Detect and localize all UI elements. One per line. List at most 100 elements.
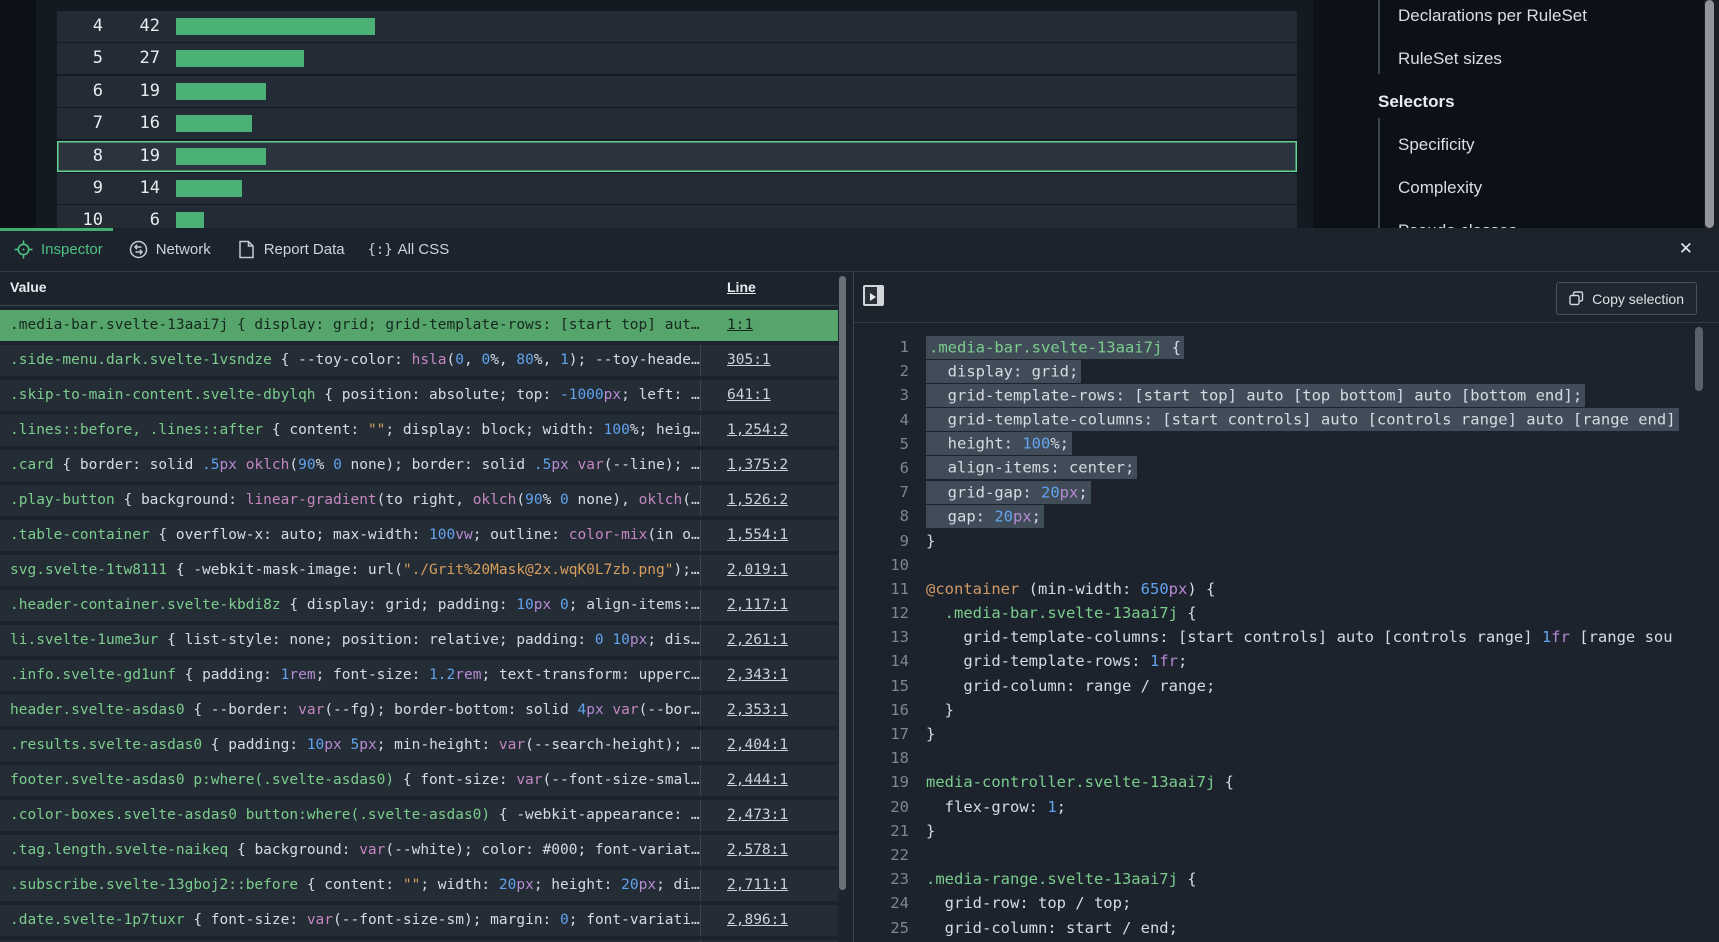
sidebar-item-complexity[interactable]: Complexity: [1313, 166, 1704, 209]
line-link[interactable]: 305:1: [727, 345, 771, 376]
table-row[interactable]: .header-container.svelte-kbdi8z { displa…: [0, 590, 848, 621]
table-row[interactable]: header.svelte-asdas0 { --border: var(--f…: [0, 695, 848, 726]
table-row[interactable]: svg.svelte-1tw8111 { -webkit-mask-image:…: [0, 555, 848, 586]
tab-inspector[interactable]: Inspector: [14, 240, 103, 259]
table-row[interactable]: footer.svelte-asdas0 p:where(.svelte-asd…: [0, 765, 848, 796]
token: 0: [560, 597, 569, 613]
token: 0: [333, 457, 342, 473]
code-line: 16 }: [854, 698, 1719, 722]
row-index-value: 4: [57, 11, 103, 42]
line-link[interactable]: 2,353:1: [727, 695, 788, 726]
token: var: [359, 842, 385, 858]
line-link[interactable]: 2,019:1: [727, 555, 788, 586]
table-row[interactable]: .tag.length.svelte-naikeq { background: …: [0, 835, 848, 866]
table-row[interactable]: .date.svelte-1p7tuxr { font-size: var(--…: [0, 905, 848, 936]
document-icon: [237, 240, 256, 259]
token: px: [516, 877, 533, 893]
line-link[interactable]: 2,473:1: [727, 800, 788, 831]
copy-selection-button[interactable]: Copy selection: [1556, 282, 1697, 315]
chart-table-row[interactable]: 442: [57, 11, 1297, 42]
line-link[interactable]: 641:1: [727, 380, 771, 411]
line-link[interactable]: 2,578:1: [727, 835, 788, 866]
page-scrollbar-thumb[interactable]: [1705, 0, 1714, 228]
table-row[interactable]: .subscribe.svelte-13gboj2::before { cont…: [0, 870, 848, 901]
table-row[interactable]: .info.svelte-gd1unf { padding: 1rem; fon…: [0, 660, 848, 691]
chart-table-row[interactable]: 527: [57, 43, 1297, 74]
line-number: 21: [854, 819, 926, 843]
token: .card: [10, 457, 54, 473]
line-link[interactable]: 2,261:1: [727, 625, 788, 656]
token: 0: [455, 352, 464, 368]
chart-table-row[interactable]: 819: [57, 141, 1297, 172]
token: { content:: [298, 877, 403, 893]
token: rem: [455, 667, 481, 683]
table-row[interactable]: .results.svelte-asdas0 { padding: 10px 5…: [0, 730, 848, 761]
chart-table-row[interactable]: 914: [57, 173, 1297, 204]
token: { -webkit-appearance: …: [490, 807, 700, 823]
chart-table-row[interactable]: 619: [57, 76, 1297, 107]
token: svg.svelte-1tw8111: [10, 562, 167, 578]
css-rule-preview: footer.svelte-asdas0 p:where(.svelte-asd…: [0, 765, 701, 796]
line-number: 17: [854, 722, 926, 746]
code-scrollbar-thumb[interactable]: [1695, 327, 1703, 391]
token: (--fg); border-bottom: solid: [324, 702, 577, 718]
table-row[interactable]: .media-bar.svelte-13aai7j { display: gri…: [0, 310, 848, 341]
css-rule-preview: header.svelte-asdas0 { --border: var(--f…: [0, 695, 701, 726]
token: 0: [560, 492, 569, 508]
line-link[interactable]: 2,117:1: [727, 590, 788, 621]
table-row[interactable]: .side-menu.dark.svelte-1vsndze { --toy-c…: [0, 345, 848, 376]
token: flex-grow:: [926, 798, 1047, 816]
css-rule-preview: li.svelte-1ume3ur { list-style: none; po…: [0, 625, 701, 656]
line-link[interactable]: 1,526:2: [727, 485, 788, 516]
token: (min-width:: [1019, 580, 1140, 598]
nav-section-header[interactable]: Selectors: [1313, 80, 1704, 123]
page-scrollbar[interactable]: [1704, 0, 1719, 228]
chart-table-row[interactable]: 716: [57, 108, 1297, 139]
tab-network[interactable]: Network: [129, 240, 211, 259]
table-row[interactable]: .table-container { overflow-x: auto; max…: [0, 520, 848, 551]
line-link[interactable]: 1,254:2: [727, 415, 788, 446]
token: 4: [577, 702, 586, 718]
token: .subscribe.svelte-13gboj2::before: [10, 877, 298, 893]
line-link[interactable]: 2,711:1: [727, 870, 788, 901]
table-scrollbar-thumb[interactable]: [839, 276, 846, 890]
bar: [176, 180, 242, 197]
line-link[interactable]: 1,554:1: [727, 520, 788, 551]
css-rule-preview: .card { border: solid .5px oklch(90% 0 n…: [0, 450, 701, 481]
line-link[interactable]: 2,404:1: [727, 730, 788, 761]
code-line: 14 grid-template-rows: 1fr;: [854, 649, 1719, 673]
table-row[interactable]: .play-button { background: linear-gradie…: [0, 485, 848, 516]
crosshair-icon: [14, 240, 33, 259]
tab-all-css[interactable]: {:}All CSS: [371, 240, 450, 259]
sidebar-item-pseudo-classes[interactable]: Pseudo classes: [1313, 209, 1704, 228]
token: ; text-transform: upperc…: [481, 667, 699, 683]
line-link[interactable]: 1,375:2: [727, 450, 788, 481]
token: header.svelte-asdas0: [10, 702, 185, 718]
line-link[interactable]: 2,896:1: [727, 905, 788, 936]
table-row[interactable]: .card { border: solid .5px oklch(90% 0 n…: [0, 450, 848, 481]
row-index-value: 5: [57, 43, 103, 74]
line-link[interactable]: 2,444:1: [727, 765, 788, 796]
tab-report-data[interactable]: Report Data: [237, 240, 345, 259]
token: %: [543, 492, 560, 508]
sidebar-item-declarations-per-ruleset[interactable]: Declarations per RuleSet: [1313, 0, 1704, 37]
value-rows: .media-bar.svelte-13aai7j { display: gri…: [0, 310, 848, 942]
code-line: 6 align-items: center;: [854, 456, 1719, 480]
line-link[interactable]: 1:1: [727, 310, 753, 341]
table-row[interactable]: .color-boxes.svelte-asdas0 button:where(…: [0, 800, 848, 831]
close-icon[interactable]: ✕: [1679, 239, 1693, 259]
code-line: 9}: [854, 529, 1719, 553]
token: { --border:: [185, 702, 299, 718]
line-column-header[interactable]: Line: [727, 279, 756, 295]
table-row[interactable]: .lines::before, .lines::after { content:…: [0, 415, 848, 446]
token: { display: grid; padding:: [281, 597, 517, 613]
line-link[interactable]: 2,343:1: [727, 660, 788, 691]
toggle-sidebar-icon[interactable]: [863, 285, 884, 306]
table-scrollbar[interactable]: [838, 272, 848, 942]
table-row[interactable]: .skip-to-main-content.svelte-dbylqh { po…: [0, 380, 848, 411]
sidebar-item-specificity[interactable]: Specificity: [1313, 123, 1704, 166]
token: .media-bar.svelte-13aai7j: [929, 338, 1162, 356]
sidebar-item-ruleset-sizes[interactable]: RuleSet sizes: [1313, 37, 1704, 80]
table-row[interactable]: li.svelte-1ume3ur { list-style: none; po…: [0, 625, 848, 656]
css-rule-preview: .info.svelte-gd1unf { padding: 1rem; fon…: [0, 660, 701, 691]
